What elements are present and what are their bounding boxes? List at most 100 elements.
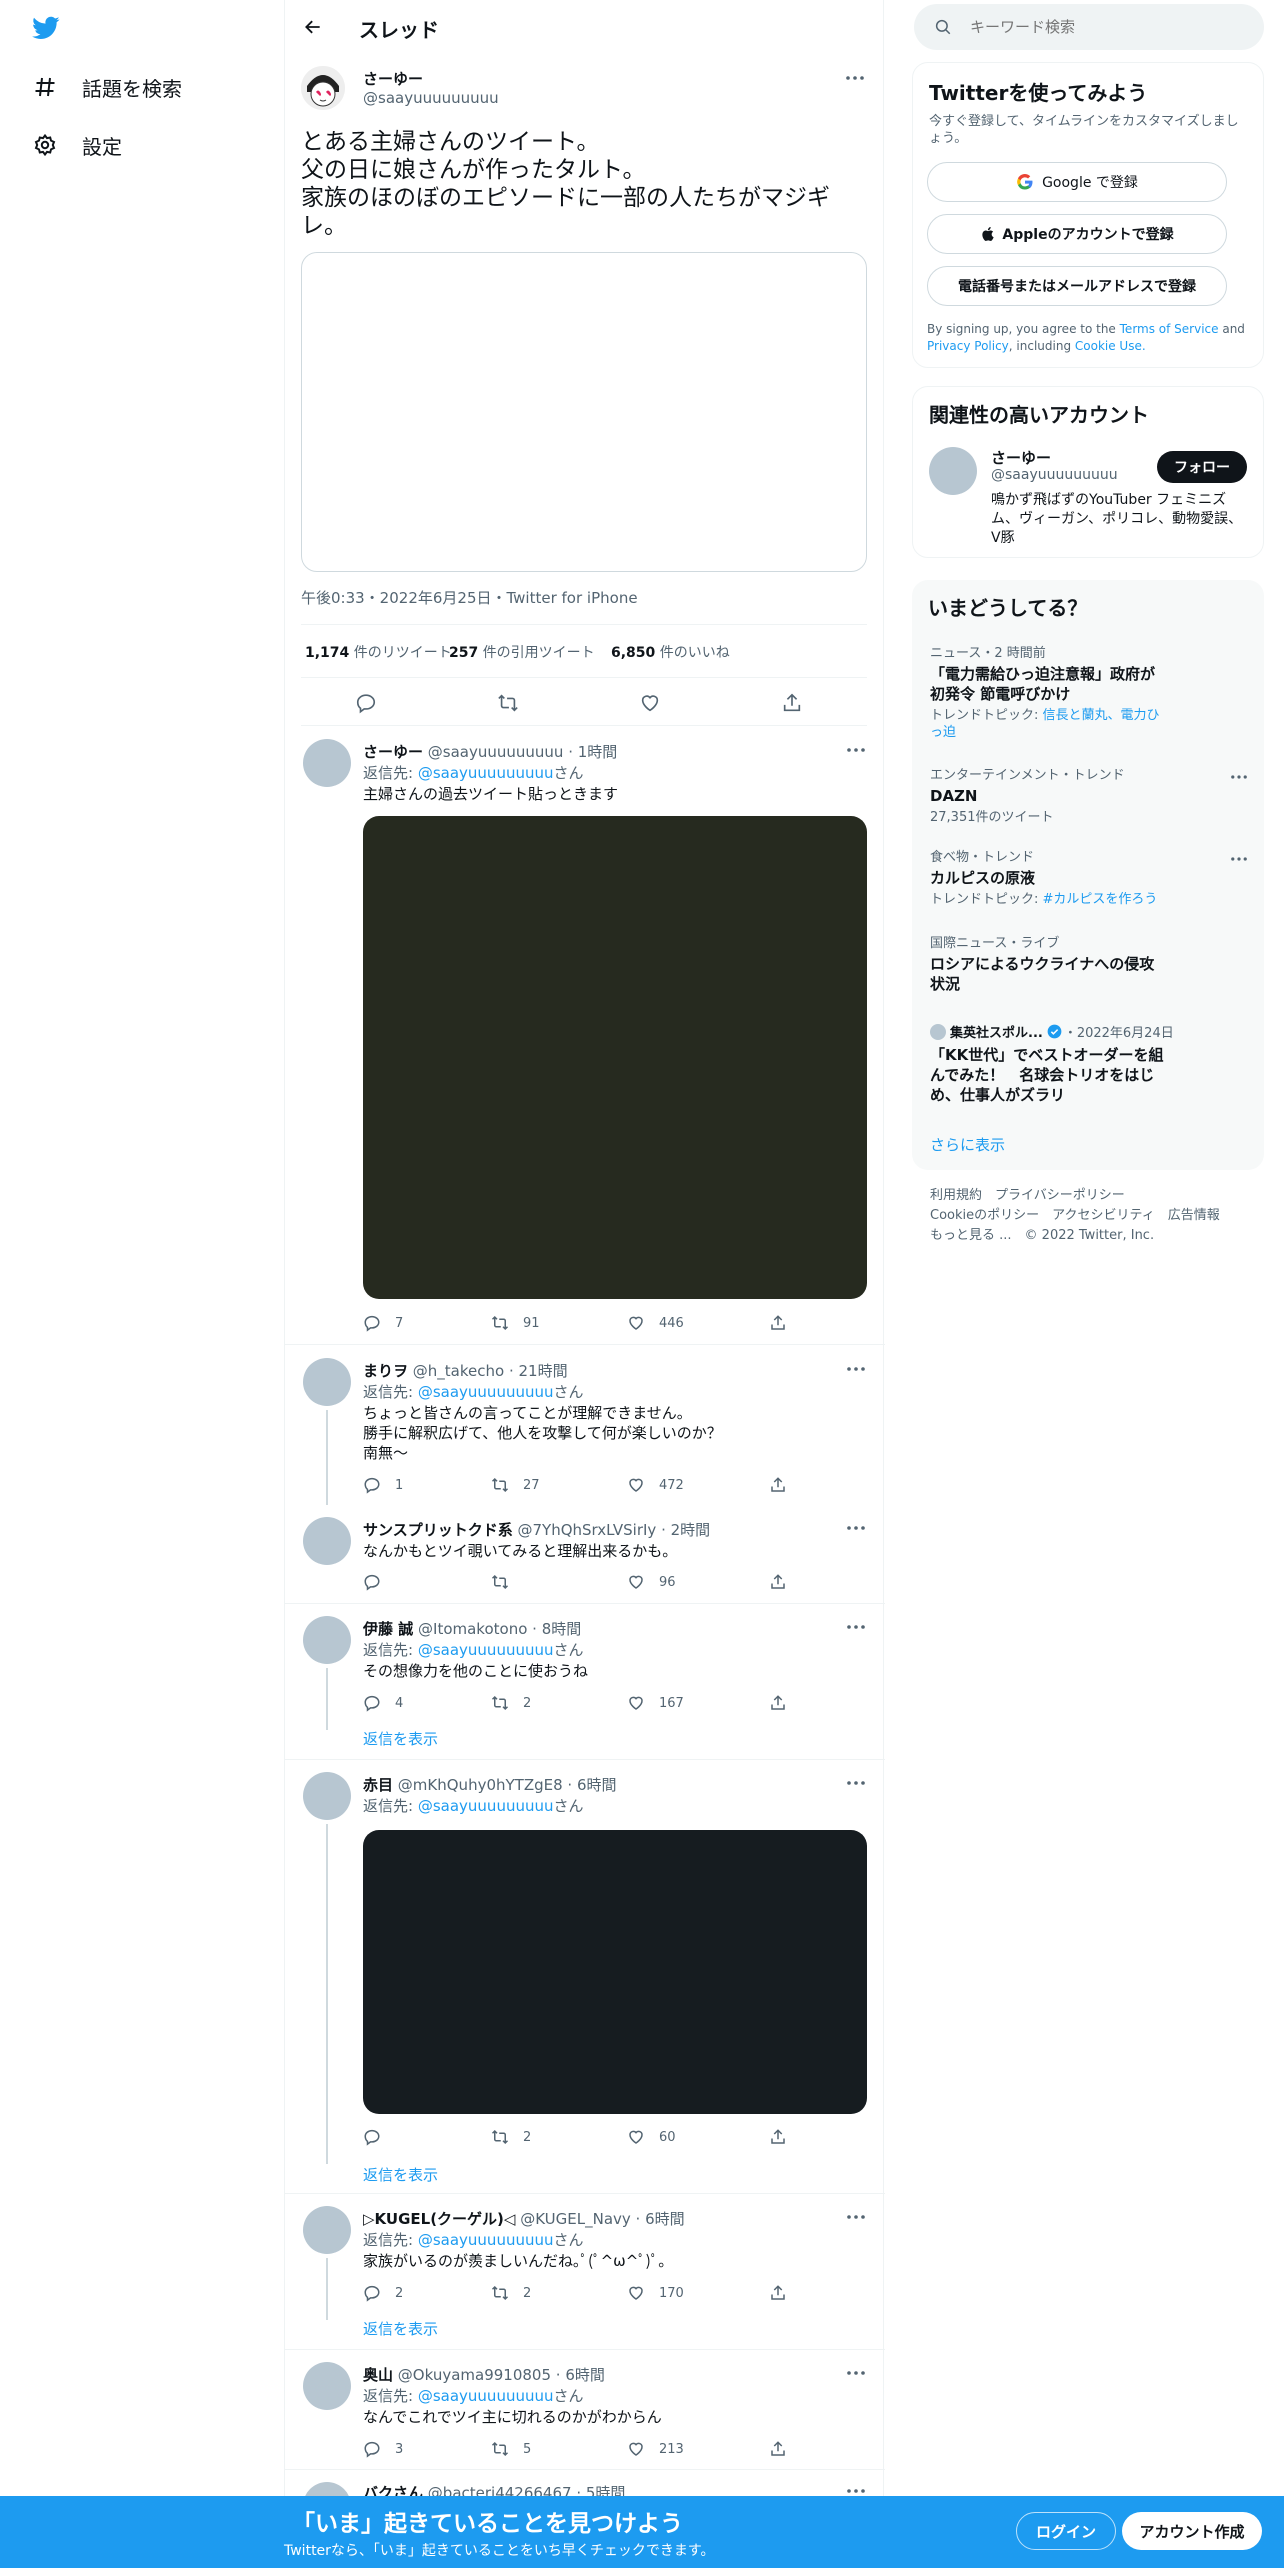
cookie-link[interactable]: Cookie Use.	[1075, 339, 1146, 353]
footer-link[interactable]: Cookieのポリシー	[930, 1208, 1039, 1223]
retweet-button[interactable]	[491, 1571, 523, 1593]
retweet-button[interactable]: 27	[491, 1474, 540, 1496]
author-handle[interactable]: @saayuuuuuuuuu	[428, 743, 564, 761]
more-icon[interactable]	[845, 2362, 867, 2384]
avatar[interactable]	[303, 1772, 351, 1820]
reply-button[interactable]	[363, 2126, 395, 2148]
reply-button[interactable]	[363, 1571, 395, 1593]
show-replies-link[interactable]: 返信を表示	[363, 2164, 438, 2185]
footer-link[interactable]: もっと見る ...	[930, 1228, 1012, 1243]
more-icon[interactable]	[845, 1358, 867, 1380]
author-handle[interactable]: @7YhQhSrxLVSirIy	[517, 1521, 656, 1539]
author-name[interactable]: 伊藤 誠	[363, 1620, 413, 1638]
reply-to-handle[interactable]: @saayuuuuuuuuu	[418, 1383, 554, 1401]
author-name[interactable]: 赤目	[363, 1776, 393, 1794]
retweet-button[interactable]: 2	[491, 1692, 531, 1714]
author-handle[interactable]: @mKhQuhy0hYTZgE8	[398, 1776, 563, 1794]
timestamp[interactable]: 2時間	[671, 1521, 711, 1539]
avatar[interactable]	[929, 447, 977, 495]
like-button[interactable]: 60	[627, 2126, 676, 2148]
nav-item-settings[interactable]: 設定	[30, 120, 122, 170]
reply-to-handle[interactable]: @saayuuuuuuuuu	[418, 2231, 554, 2249]
retweet-button[interactable]: 5	[491, 2438, 531, 2460]
reply-media[interactable]	[363, 816, 867, 1299]
twitter-logo-icon[interactable]	[30, 14, 62, 42]
avatar[interactable]	[303, 2206, 351, 2254]
reply-button[interactable]: 4	[363, 1692, 403, 1714]
avatar[interactable]	[303, 739, 351, 787]
trend-item[interactable]: ニュース・2 時間前 「電力需給ひっ迫注意報」政府が 初発令 節電呼びかけ トレ…	[930, 642, 1250, 741]
reply-to-handle[interactable]: @saayuuuuuuuuu	[418, 764, 554, 782]
author-name[interactable]: ▷KUGEL(クーゲル)◁	[363, 2210, 515, 2228]
avatar[interactable]	[301, 66, 345, 110]
reply-to-handle[interactable]: @saayuuuuuuuuu	[418, 1797, 554, 1815]
author-handle[interactable]: @bacteri44266467	[428, 2484, 572, 2496]
retweet-button[interactable]: 2	[491, 2282, 531, 2304]
like-button[interactable]: 167	[627, 1692, 684, 1714]
retweet-button[interactable]: 2	[491, 2126, 531, 2148]
timestamp[interactable]: 6時間	[565, 2366, 605, 2384]
retweets-stat[interactable]: 1,174 件のリツイート	[305, 642, 452, 662]
author-name[interactable]: サンスプリットクド系	[363, 1521, 513, 1539]
timestamp[interactable]: 8時間	[542, 1620, 582, 1638]
author-name[interactable]: さーゆー	[363, 743, 423, 761]
phone-email-signup-button[interactable]: 電話番号またはメールアドレスで登録	[927, 266, 1227, 306]
share-icon[interactable]	[781, 692, 803, 714]
create-account-button[interactable]: アカウント作成	[1122, 2512, 1262, 2550]
avatar[interactable]	[303, 1517, 351, 1565]
author-name[interactable]: まりヲ	[363, 1362, 408, 1380]
trend-item[interactable]: エンターテインメント・トレンド DAZN 27,351件のツイート	[930, 764, 1250, 826]
trend-more-icon[interactable]	[1228, 766, 1250, 788]
more-icon[interactable]	[845, 1772, 867, 1794]
more-icon[interactable]	[845, 2480, 867, 2496]
avatar[interactable]	[303, 2482, 351, 2496]
quotes-stat[interactable]: 257 件の引用ツイート	[449, 642, 595, 662]
avatar[interactable]	[303, 2362, 351, 2410]
google-signup-button[interactable]: Google で登録	[927, 162, 1227, 202]
reply-button[interactable]: 2	[363, 2282, 403, 2304]
reply-to-handle[interactable]: @saayuuuuuuuuu	[418, 1641, 554, 1659]
reply-media[interactable]	[363, 1830, 867, 2114]
search-box[interactable]	[914, 4, 1264, 50]
author-name[interactable]: さーゆー	[363, 68, 423, 89]
trend-item[interactable]: 国際ニュース・ライブ ロシアによるウクライナへの侵攻 状況	[930, 932, 1250, 994]
timestamp[interactable]: 21時間	[519, 1362, 568, 1380]
tweet-media[interactable]	[301, 252, 867, 572]
nav-item-explore[interactable]: 話題を検索	[30, 62, 182, 112]
show-replies-link[interactable]: 返信を表示	[363, 1728, 438, 1749]
author-handle[interactable]: @Okuyama9910805	[398, 2366, 551, 2384]
trend-more-icon[interactable]	[1228, 848, 1250, 870]
share-button[interactable]	[769, 2438, 787, 2460]
like-button[interactable]: 170	[627, 2282, 684, 2304]
reply-tweet[interactable]: バクさん @bacteri44266467 · 5時間	[285, 2470, 885, 2496]
footer-link[interactable]: プライバシーポリシー	[995, 1188, 1125, 1203]
footer-link[interactable]: 利用規約	[930, 1188, 982, 1203]
share-button[interactable]	[769, 1571, 787, 1593]
timestamp[interactable]: 6時間	[645, 2210, 685, 2228]
apple-signup-button[interactable]: Appleのアカウントで登録	[927, 214, 1227, 254]
timestamp[interactable]: 1時間	[578, 743, 618, 761]
retweet-button[interactable]: 91	[491, 1312, 540, 1334]
reply-tweet[interactable]: 伊藤 誠 @Itomakotono · 8時間 返信先: @saayuuuuuu…	[285, 1604, 885, 1760]
reply-tweet[interactable]: 奥山 @Okuyama9910805 · 6時間 返信先: @saayuuuuu…	[285, 2350, 885, 2470]
author-handle[interactable]: @h_takecho	[413, 1362, 504, 1380]
author-name[interactable]: 奥山	[363, 2366, 393, 2384]
related-account-handle[interactable]: @saayuuuuuuuuu	[991, 467, 1118, 483]
reply-icon[interactable]	[355, 692, 377, 714]
reply-tweet[interactable]: 赤目 @mKhQuhy0hYTZgE8 · 6時間 返信先: @saayuuuu…	[285, 1760, 885, 2194]
more-icon[interactable]	[843, 66, 867, 90]
author-handle[interactable]: @saayuuuuuuuuu	[363, 89, 499, 107]
show-more-link[interactable]: さらに表示	[930, 1134, 1005, 1155]
reply-button[interactable]: 1	[363, 1474, 403, 1496]
follow-button[interactable]: フォロー	[1157, 451, 1247, 483]
share-button[interactable]	[769, 1692, 787, 1714]
trend-item[interactable]: 集英社スポル... ・2022年6月24日 「KK世代」でベストオーダーを組 ん…	[930, 1022, 1250, 1105]
search-input[interactable]	[970, 15, 1240, 39]
like-button[interactable]: 96	[627, 1571, 676, 1593]
author-name[interactable]: バクさん	[363, 2484, 423, 2496]
footer-link[interactable]: 広告情報	[1168, 1208, 1220, 1223]
reply-tweet[interactable]: まりヲ @h_takecho · 21時間 返信先: @saayuuuuuuuu…	[285, 1346, 885, 1505]
trend-item[interactable]: 食べ物・トレンド カルピスの原液 トレンドトピック: #カルピスを作ろう	[930, 846, 1250, 908]
footer-link[interactable]: アクセシビリティ	[1052, 1208, 1155, 1223]
share-button[interactable]	[769, 1474, 787, 1496]
